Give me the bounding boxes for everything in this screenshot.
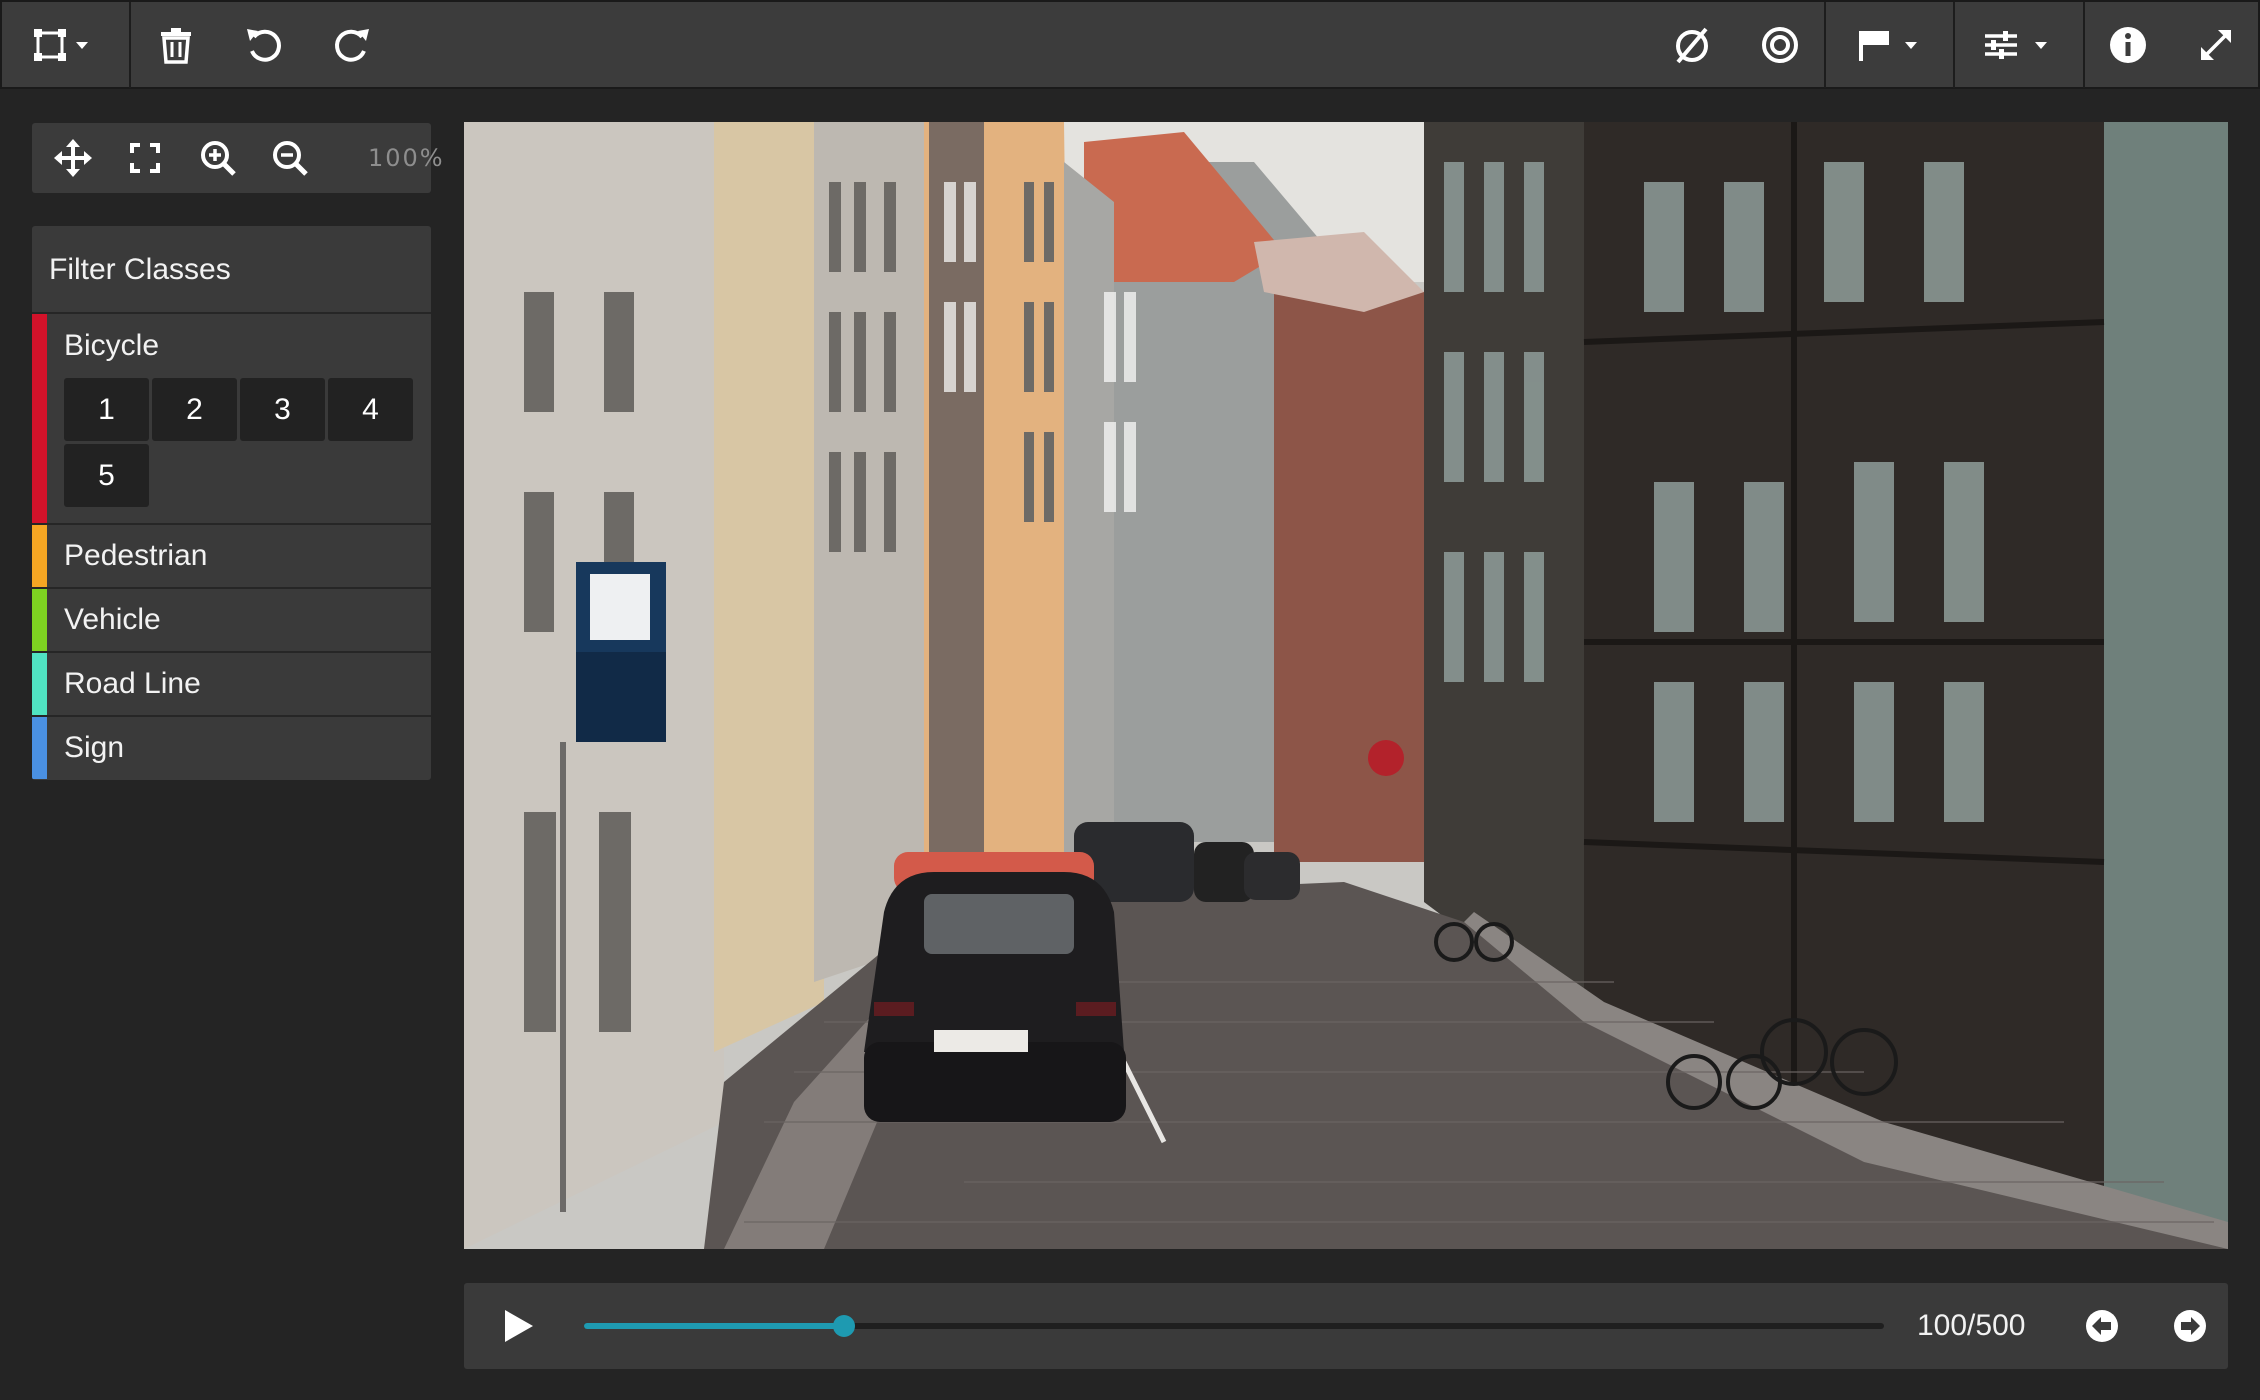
class-label: Road Line: [64, 667, 201, 700]
trash-icon: [161, 28, 191, 64]
move-icon: [54, 139, 92, 177]
bounding-box-icon: [34, 29, 88, 61]
target-icon: [1762, 27, 1798, 63]
pan-button[interactable]: [42, 123, 104, 193]
toolbar-divider: [129, 2, 131, 88]
target-button[interactable]: [1754, 2, 1806, 88]
instance-grid: 1 2 3 4 5: [64, 378, 431, 523]
info-icon: [2110, 27, 2146, 63]
timeline-slider[interactable]: [584, 1315, 1884, 1337]
arrow-right-circle-icon: [2174, 1310, 2206, 1342]
undo-button[interactable]: [238, 2, 290, 88]
instance-button[interactable]: 5: [64, 444, 149, 507]
instance-button[interactable]: 2: [152, 378, 237, 441]
hide-annotations-button[interactable]: [1666, 2, 1718, 88]
redo-button[interactable]: [326, 2, 378, 88]
toolbar-divider: [1953, 2, 1955, 88]
info-button[interactable]: [2102, 2, 2154, 88]
chevron-down-icon: [2035, 42, 2047, 49]
settings-sliders-icon: [1985, 31, 2047, 59]
class-item-sign[interactable]: Sign: [32, 717, 431, 779]
class-color-swatch: [32, 717, 47, 779]
hide-annotations-icon: [1676, 27, 1708, 64]
class-color-swatch: [32, 589, 47, 651]
play-button[interactable]: [490, 1283, 546, 1369]
timeline-thumb[interactable]: [833, 1315, 855, 1337]
class-item-vehicle[interactable]: Vehicle: [32, 589, 431, 653]
zoom-in-icon: [201, 141, 236, 176]
street-scene-image: [464, 122, 2228, 1249]
class-label: Sign: [64, 731, 125, 764]
class-label: Vehicle: [64, 603, 161, 636]
class-color-swatch: [32, 653, 47, 715]
chevron-down-icon: [1905, 42, 1917, 49]
zoom-out-icon: [273, 141, 308, 176]
class-item-pedestrian[interactable]: Pedestrian: [32, 525, 431, 589]
fullscreen-icon: [2201, 30, 2231, 60]
top-toolbar: [0, 0, 2260, 89]
undo-icon: [247, 29, 281, 62]
zoom-toolbar: 100%: [32, 123, 443, 193]
previous-frame-button[interactable]: [2077, 1283, 2127, 1369]
instance-button[interactable]: 3: [240, 378, 325, 441]
redo-icon: [335, 29, 369, 62]
toolbar-divider: [2083, 2, 2085, 88]
fit-screen-button[interactable]: [114, 123, 176, 193]
class-item-road-line[interactable]: Road Line: [32, 653, 431, 717]
class-label: Bicycle: [64, 329, 160, 362]
class-label: Pedestrian: [64, 539, 208, 572]
zoom-in-button[interactable]: [187, 123, 249, 193]
playback-bar: 100/500: [464, 1283, 2228, 1369]
instance-button[interactable]: 4: [328, 378, 413, 441]
toolbar-divider: [1824, 2, 1826, 88]
settings-menu-button[interactable]: [1972, 2, 2062, 88]
play-icon: [505, 1310, 533, 1342]
class-item-bicycle[interactable]: Bicycle 1 2 3 4 5: [32, 314, 431, 525]
class-color-swatch: [32, 525, 47, 587]
next-frame-button[interactable]: [2165, 1283, 2215, 1369]
class-color-swatch: [32, 314, 47, 523]
delete-button[interactable]: [150, 2, 202, 88]
fullscreen-button[interactable]: [2190, 2, 2242, 88]
bounding-box-tool-button[interactable]: [22, 2, 102, 88]
annotation-canvas[interactable]: [464, 122, 2228, 1249]
filter-classes-panel: Filter Classes Bicycle 1 2 3 4 5 Pedestr…: [32, 226, 431, 780]
zoom-out-button[interactable]: [259, 123, 321, 193]
flag-icon: [1859, 31, 1917, 61]
zoom-level: 100%: [368, 144, 445, 172]
fit-screen-icon: [130, 143, 160, 173]
arrow-left-circle-icon: [2086, 1310, 2118, 1342]
timeline-progress: [584, 1323, 844, 1329]
frame-counter: 100/500: [1917, 1309, 2026, 1342]
chevron-down-icon: [76, 42, 88, 49]
panel-title: Filter Classes: [32, 226, 431, 314]
instance-button[interactable]: 1: [64, 378, 149, 441]
flag-menu-button[interactable]: [1842, 2, 1932, 88]
